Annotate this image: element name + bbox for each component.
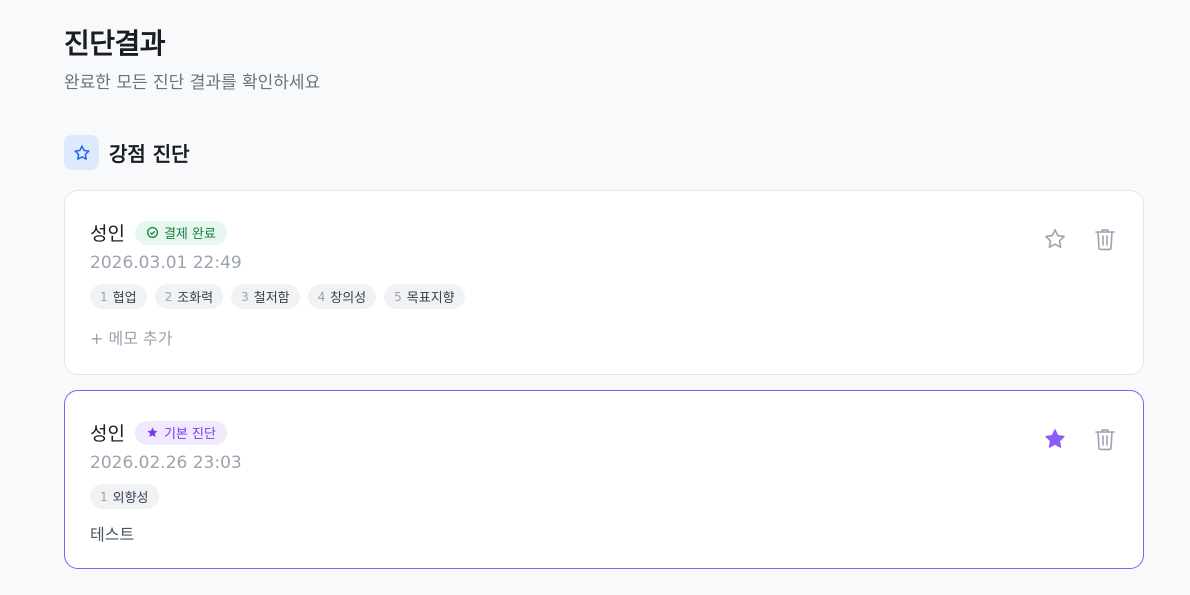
results-page: 진단결과 완료한 모든 진단 결과를 확인하세요 강점 진단 성인 결제 완료 …	[0, 0, 1190, 595]
status-badge: 기본 진단	[134, 420, 227, 445]
strength-tags: 1 외향성	[90, 484, 159, 509]
tag-rank: 4	[317, 289, 326, 304]
section-header: 강점 진단	[64, 135, 190, 170]
tag-label: 목표지향	[406, 291, 455, 306]
page-title: 진단결과	[64, 27, 166, 60]
strength-tag: 3 철저함	[231, 284, 300, 309]
tag-rank: 1	[100, 489, 108, 504]
favorite-button[interactable]	[1043, 427, 1067, 451]
memo-text[interactable]: 테스트	[90, 521, 134, 545]
tag-label: 협업	[112, 291, 137, 306]
tag-label: 창의성	[330, 291, 367, 306]
strength-tag: 1 외향성	[90, 484, 159, 509]
card-actions	[1043, 427, 1117, 451]
trash-icon	[1095, 429, 1115, 451]
strength-tags: 1 협업 2 조화력 3 철저함 4 창의성 5 목표지향	[90, 284, 465, 309]
star-filled-icon	[1045, 429, 1065, 448]
strength-tag: 1 협업	[90, 284, 147, 309]
favorite-button[interactable]	[1043, 227, 1067, 251]
page-subtitle: 완료한 모든 진단 결과를 확인하세요	[64, 73, 321, 93]
status-badge: 결제 완료	[134, 220, 227, 245]
result-date: 2026.03.01 22:49	[90, 253, 242, 273]
tag-label: 외향성	[112, 491, 149, 506]
result-card[interactable]: 성인 결제 완료 2026.03.01 22:49 1 협업 2 조화력 3 철저함 …	[64, 190, 1144, 375]
strength-tag: 2 조화력	[154, 284, 224, 309]
delete-button[interactable]	[1093, 427, 1117, 451]
add-memo-button[interactable]: + 메모 추가	[90, 325, 172, 349]
tag-label: 조화력	[177, 291, 214, 306]
status-badge-label: 기본 진단	[163, 427, 216, 442]
result-card[interactable]: 성인 기본 진단 2026.02.26 23:03 1 외향성 테스트	[64, 390, 1144, 569]
star-filled-icon	[147, 427, 158, 437]
tag-label: 철저함	[253, 291, 290, 306]
star-outline-icon	[64, 135, 99, 170]
tag-rank: 5	[394, 289, 402, 304]
section-title: 강점 진단	[109, 142, 190, 166]
result-title-row: 성인 기본 진단	[90, 419, 227, 446]
delete-button[interactable]	[1093, 227, 1117, 251]
star-outline-icon	[1045, 229, 1065, 248]
result-name: 성인	[90, 423, 125, 445]
tag-rank: 3	[241, 289, 249, 304]
tag-rank: 1	[100, 289, 108, 304]
result-date: 2026.02.26 23:03	[90, 453, 242, 473]
strength-tag: 5 목표지향	[384, 284, 465, 309]
status-badge-label: 결제 완료	[163, 227, 216, 242]
tag-rank: 2	[164, 289, 173, 304]
card-actions	[1043, 227, 1117, 251]
trash-icon	[1095, 229, 1115, 251]
result-title-row: 성인 결제 완료	[90, 219, 227, 246]
strength-tag: 4 창의성	[307, 284, 377, 309]
check-circle-icon	[146, 226, 158, 239]
result-name: 성인	[90, 223, 125, 245]
